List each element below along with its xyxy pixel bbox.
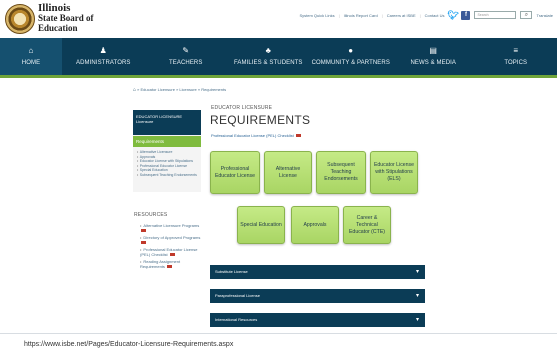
home-icon: ⌂ (28, 46, 34, 55)
util-link-report-card[interactable]: Illinois Report Card (344, 13, 378, 18)
page-overline: EDUCATOR LICENSURE (211, 105, 273, 111)
nav-item-teachers[interactable]: ✎ TEACHERS (145, 38, 228, 75)
sidebar-item-current[interactable]: Requirements (133, 136, 201, 147)
nav-item-label: ADMINISTRATORS (75, 60, 131, 66)
site-logo-text[interactable]: Illinois State Board of Education (38, 3, 94, 34)
tile-career-technical-educator[interactable]: Career & Technical Educator (CTE) (343, 206, 391, 244)
nav-item-label: COMMUNITY & PARTNERS (311, 60, 390, 66)
pdf-icon (141, 241, 146, 245)
util-link-careers[interactable]: Careers at ISBE (387, 13, 416, 18)
pdf-icon (167, 265, 173, 269)
resource-link[interactable]: Alternative Licensure Programs (140, 223, 206, 233)
tile-approvals[interactable]: Approvals (291, 206, 339, 244)
twitter-icon[interactable]: 🐦︎ (447, 10, 459, 20)
pdf-icon (169, 253, 175, 257)
util-link-contact[interactable]: Contact Us (425, 13, 445, 18)
page-divider (0, 333, 557, 334)
nav-item-label: FAMILIES & STUDENTS (233, 60, 303, 66)
tile-subsequent-teaching-endorsements[interactable]: Subsequent Teaching Endorsements (316, 151, 366, 194)
state-seal-logo[interactable] (5, 4, 35, 34)
nav-item-home[interactable]: ⌂ HOME (0, 38, 62, 75)
nav-item-label: TEACHERS (169, 60, 203, 66)
nav-item-administrators[interactable]: ♟ ADMINISTRATORS (62, 38, 145, 75)
resource-link[interactable]: Professional Educator License (PEL) Chec… (140, 247, 206, 257)
nav-item-label: TOPICS (504, 60, 528, 66)
facebook-icon[interactable]: f (461, 10, 471, 20)
site-header: Illinois State Board of Education System… (0, 0, 557, 38)
topics-icon: ≡ (513, 46, 519, 55)
sidebar-item[interactable]: Educator License with Stipulations (137, 159, 198, 164)
page-title: REQUIREMENTS (210, 113, 311, 127)
tile-special-education[interactable]: Special Education (237, 206, 285, 244)
pdf-icon (141, 229, 146, 233)
pdf-icon (295, 134, 301, 138)
tile-educator-license-stipulations[interactable]: Educator License with Stipulations (ELS) (370, 151, 418, 194)
accordion-international-resources[interactable]: International Resources ▾ (210, 313, 425, 327)
sidebar-section-subtitle[interactable]: Licensure (136, 119, 198, 124)
nav-item-topics[interactable]: ≡ TOPICS (475, 38, 557, 75)
util-separator: | (381, 12, 383, 18)
pel-checklist-link[interactable]: Professional Educator License (PEL) Chec… (211, 133, 301, 138)
breadcrumb[interactable]: ⌂ » Educator Licensure » Licensure » Req… (133, 87, 226, 93)
family-icon: ♣ (265, 46, 271, 55)
translate-link[interactable]: Translate (536, 13, 553, 18)
community-icon: ● (348, 46, 354, 55)
resources-list: Alternative Licensure Programs Directory… (140, 223, 206, 271)
sidebar-nav: EDUCATOR LICENSURE Licensure Requirement… (133, 110, 201, 192)
page-url-caption: https://www.isbe.net/Pages/Educator-Lice… (24, 341, 234, 348)
util-separator: | (338, 12, 340, 18)
news-icon: ▤ (429, 46, 438, 55)
sidebar-list: Alternative Licensure Approvals Educator… (133, 147, 201, 177)
accordion-paraprofessional-license[interactable]: Paraprofessional License ▾ (210, 289, 425, 303)
breadcrumb-home-icon[interactable]: ⌂ (133, 87, 136, 93)
sidebar-item[interactable]: Subsequent Teaching Endorsements (137, 173, 198, 178)
utility-bar: System Quick Links | Illinois Report Car… (299, 9, 553, 21)
search-icon[interactable]: ⌕ (520, 11, 533, 19)
util-separator: | (419, 12, 421, 18)
nav-item-label: HOME (21, 60, 41, 66)
nav-item-community-partners[interactable]: ● COMMUNITY & PARTNERS (310, 38, 393, 75)
search-input[interactable]: Search (474, 11, 517, 19)
chevron-down-icon[interactable]: ▾ (416, 313, 419, 327)
accordion-substitute-license[interactable]: Substitute License ▾ (210, 265, 425, 279)
util-link-quick-links[interactable]: System Quick Links (299, 13, 334, 18)
resource-link[interactable]: Reading Assignment Requirements (140, 259, 206, 269)
sidebar-header: EDUCATOR LICENSURE Licensure (133, 110, 201, 135)
nav-item-label: NEWS & MEDIA (410, 60, 457, 66)
breadcrumb-trail[interactable]: » Educator Licensure » Licensure » Requi… (137, 87, 226, 92)
administrator-icon: ♟ (99, 46, 107, 55)
tile-alternative-license[interactable]: Alternative License (264, 151, 312, 194)
resource-link[interactable]: Directory of Approved Programs (140, 235, 206, 245)
nav-item-families-students[interactable]: ♣ FAMILIES & STUDENTS (227, 38, 310, 75)
main-nav: ⌂ HOME ♟ ADMINISTRATORS ✎ TEACHERS ♣ FAM… (0, 38, 557, 78)
chevron-down-icon[interactable]: ▾ (416, 265, 419, 279)
resources-heading: RESOURCES (134, 212, 168, 218)
chevron-down-icon[interactable]: ▾ (416, 289, 419, 303)
tile-professional-educator-license[interactable]: Professional Educator License (210, 151, 260, 194)
nav-item-news-media[interactable]: ▤ NEWS & MEDIA (392, 38, 475, 75)
teacher-icon: ✎ (182, 46, 190, 55)
